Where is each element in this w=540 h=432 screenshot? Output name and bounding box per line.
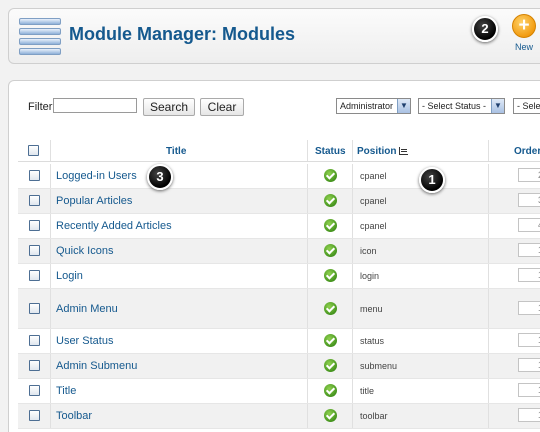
callout-badge-3: 3 — [147, 164, 173, 190]
client-select[interactable]: Administrator ▼ — [336, 98, 411, 114]
select-all-checkbox[interactable] — [28, 145, 39, 156]
column-status[interactable]: Status — [315, 146, 346, 157]
table-row: Login login 1 — [18, 264, 540, 289]
module-title-link[interactable]: Popular Articles — [56, 195, 132, 207]
toolbar-header: Module Manager: Modules — [8, 8, 540, 64]
column-position[interactable]: Position — [357, 146, 409, 157]
published-check-icon[interactable] — [324, 219, 337, 232]
row-checkbox[interactable] — [29, 245, 40, 256]
row-checkbox[interactable] — [29, 335, 40, 346]
module-position: menu — [360, 304, 383, 314]
row-checkbox[interactable] — [29, 303, 40, 314]
row-checkbox[interactable] — [29, 360, 40, 371]
status-select-value: - Select Status - — [422, 101, 487, 111]
third-select[interactable]: - Sele — [513, 98, 540, 114]
published-check-icon[interactable] — [324, 244, 337, 257]
order-input[interactable]: 1 — [518, 243, 540, 257]
search-button[interactable]: Search — [143, 98, 195, 116]
column-title[interactable]: Title — [166, 146, 186, 157]
module-position: cpanel — [360, 221, 387, 231]
published-check-icon[interactable] — [324, 302, 337, 315]
order-input[interactable]: 1 — [518, 333, 540, 347]
column-position-label[interactable]: Position — [357, 146, 396, 157]
status-select[interactable]: - Select Status - ▼ — [418, 98, 505, 114]
row-checkbox[interactable] — [29, 410, 40, 421]
published-check-icon[interactable] — [324, 169, 337, 182]
filter-input[interactable] — [53, 98, 137, 113]
module-position: submenu — [360, 361, 398, 371]
row-checkbox[interactable] — [29, 220, 40, 231]
new-button-label[interactable]: New — [509, 42, 539, 52]
new-button[interactable]: + New — [509, 14, 539, 52]
order-input[interactable]: 2 — [518, 168, 540, 182]
table-row: Logged-in Users cpanel 2 — [18, 164, 540, 189]
table-row: User Status status 1 — [18, 329, 540, 354]
clear-button[interactable]: Clear — [200, 98, 244, 116]
published-check-icon[interactable] — [324, 359, 337, 372]
table-row: Admin Submenu submenu 1 — [18, 354, 540, 379]
module-title-link[interactable]: Logged-in Users — [56, 170, 137, 182]
table-row: Popular Articles cpanel 3 — [18, 189, 540, 214]
module-title-link[interactable]: Quick Icons — [56, 245, 113, 257]
table-header: Title Status Position Order — [18, 140, 540, 162]
module-title-link[interactable]: Admin Menu — [56, 303, 118, 315]
order-input[interactable]: 1 — [518, 383, 540, 397]
filter-label: Filter: — [28, 101, 56, 113]
module-position: toolbar — [360, 411, 388, 421]
order-input[interactable]: 1 — [518, 358, 540, 372]
module-title-link[interactable]: Toolbar — [56, 410, 92, 422]
module-manager-icon — [19, 18, 61, 56]
callout-badge-2: 2 — [472, 16, 498, 42]
row-checkbox[interactable] — [29, 385, 40, 396]
chevron-down-icon[interactable]: ▼ — [491, 99, 504, 113]
table-row: Toolbar toolbar 1 — [18, 404, 540, 429]
table-row: Quick Icons icon 1 — [18, 239, 540, 264]
column-order[interactable]: Order — [514, 146, 540, 157]
module-title-link[interactable]: Login — [56, 270, 83, 282]
module-title-link[interactable]: Recently Added Articles — [56, 220, 172, 232]
add-circle-icon[interactable]: + — [512, 14, 536, 38]
third-select-value: - Sele — [517, 101, 540, 111]
order-input[interactable]: 3 — [518, 193, 540, 207]
row-checkbox[interactable] — [29, 195, 40, 206]
order-input[interactable]: 1 — [518, 268, 540, 282]
module-position: cpanel — [360, 196, 387, 206]
client-select-value: Administrator — [340, 101, 394, 111]
published-check-icon[interactable] — [324, 334, 337, 347]
table-row: Admin Menu menu 1 — [18, 289, 540, 329]
module-position: status — [360, 336, 385, 346]
published-check-icon[interactable] — [324, 194, 337, 207]
order-input[interactable]: 4 — [518, 218, 540, 232]
row-checkbox[interactable] — [29, 270, 40, 281]
table-row: Title title 1 — [18, 379, 540, 404]
module-title-link[interactable]: User Status — [56, 335, 113, 347]
module-title-link[interactable]: Title — [56, 385, 76, 397]
published-check-icon[interactable] — [324, 269, 337, 282]
callout-badge-1: 1 — [419, 167, 445, 193]
order-input[interactable]: 1 — [518, 301, 540, 315]
sort-icon — [399, 147, 409, 155]
module-title-link[interactable]: Admin Submenu — [56, 360, 137, 372]
module-position: login — [360, 271, 380, 281]
module-position: title — [360, 386, 375, 396]
row-checkbox[interactable] — [29, 170, 40, 181]
published-check-icon[interactable] — [324, 409, 337, 422]
module-position: icon — [360, 246, 377, 256]
table-row: Recently Added Articles cpanel 4 — [18, 214, 540, 239]
chevron-down-icon[interactable]: ▼ — [397, 99, 410, 113]
published-check-icon[interactable] — [324, 384, 337, 397]
order-input[interactable]: 1 — [518, 408, 540, 422]
page-title: Module Manager: Modules — [69, 24, 296, 44]
module-position: cpanel — [360, 171, 387, 181]
